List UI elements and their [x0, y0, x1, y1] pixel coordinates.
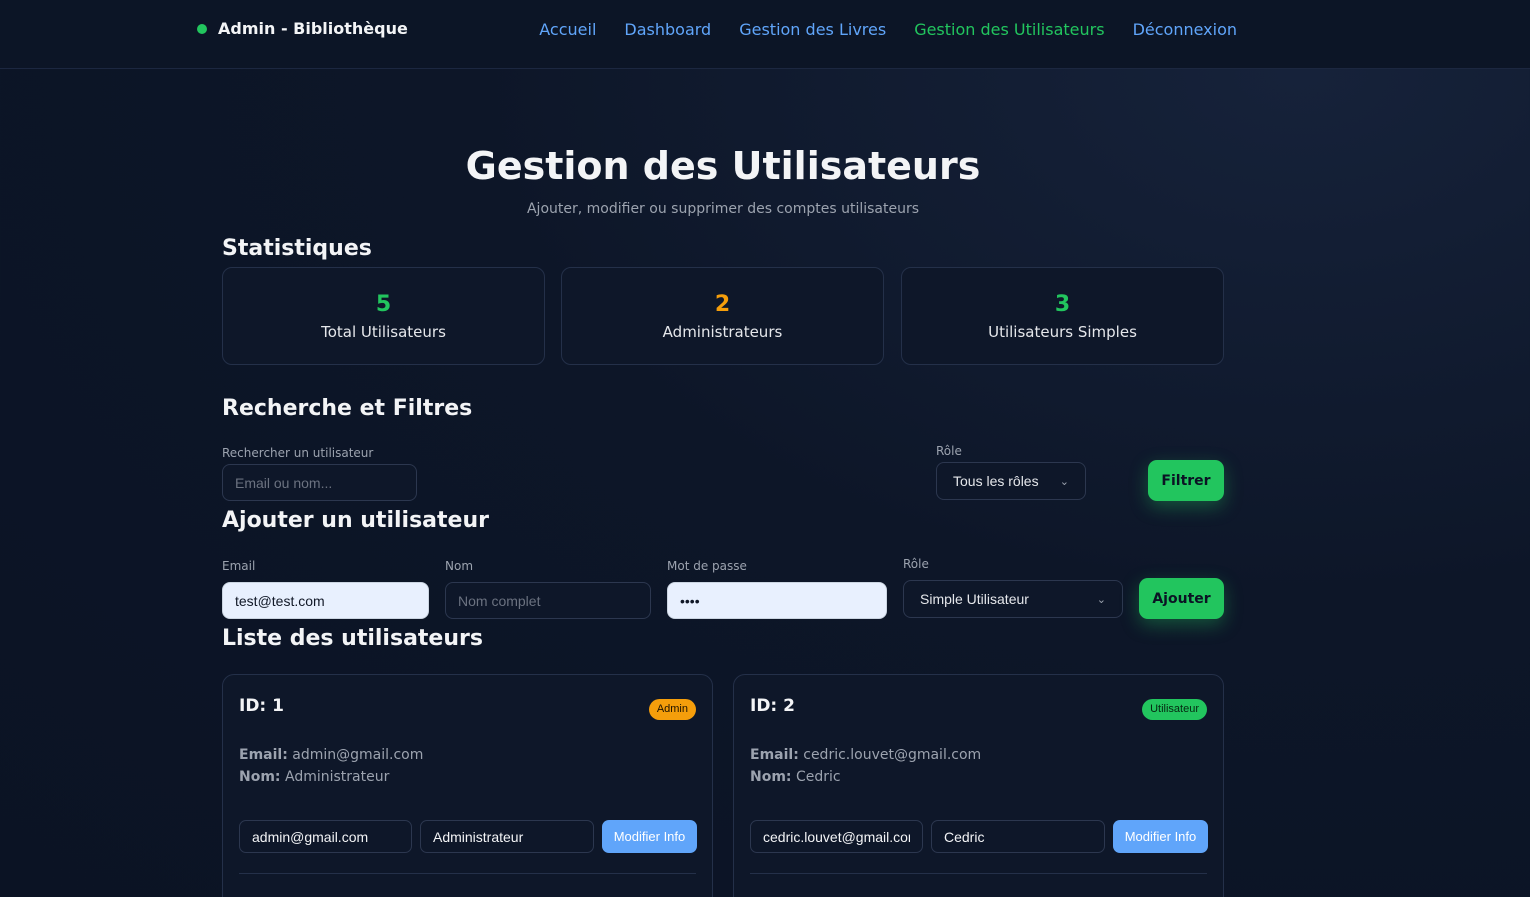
stat-value-total: 5 [375, 292, 392, 317]
add-user-button[interactable]: Ajouter [1139, 578, 1224, 619]
filter-role-label: Rôle [936, 444, 962, 458]
edit-name-input[interactable] [931, 820, 1105, 853]
nav-link-dashboard[interactable]: Dashboard [624, 20, 711, 39]
nav-link-accueil[interactable]: Accueil [539, 20, 596, 39]
user-name-line: Nom: Cedric [750, 769, 841, 785]
stat-card-admins: 2 Administrateurs [561, 267, 884, 365]
email-prefix: Email: [750, 747, 799, 763]
user-name: Cedric [795, 769, 841, 785]
email-prefix: Email: [239, 747, 288, 763]
role-badge: Utilisateur [1142, 699, 1207, 720]
name-label: Nom [445, 559, 474, 573]
user-name: Administrateur [284, 769, 390, 785]
user-email-line: Email: cedric.louvet@gmail.com [750, 747, 981, 763]
nav-link-gestion-utilisateurs[interactable]: Gestion des Utilisateurs [914, 20, 1104, 39]
status-dot-icon [197, 23, 207, 34]
stat-label-simple: Utilisateurs Simples [988, 323, 1137, 341]
user-list-title: Liste des utilisateurs [222, 626, 483, 651]
nav-link-deconnexion[interactable]: Déconnexion [1133, 20, 1237, 39]
edit-email-input[interactable] [239, 820, 412, 853]
add-user-title: Ajouter un utilisateur [222, 508, 489, 533]
stat-card-total: 5 Total Utilisateurs [222, 267, 545, 365]
stat-card-simple: 3 Utilisateurs Simples [901, 267, 1224, 365]
add-role-label: Rôle [903, 557, 929, 571]
name-field[interactable] [445, 582, 651, 619]
role-badge: Admin [648, 699, 696, 720]
user-name-line: Nom: Administrateur [239, 769, 389, 785]
user-id: ID: 2 [750, 696, 795, 716]
user-email-line: Email: admin@gmail.com [239, 747, 423, 763]
stat-value-admins: 2 [714, 292, 731, 317]
password-field[interactable] [667, 582, 887, 619]
user-card: ID: 2 Utilisateur Email: cedric.louvet@g… [733, 674, 1224, 897]
filter-role-select[interactable]: Tous les rôles ⌄ [936, 462, 1086, 500]
chevron-down-icon: ⌄ [1059, 475, 1069, 488]
edit-email-input[interactable] [750, 820, 923, 853]
user-id: ID: 1 [239, 696, 284, 716]
search-title: Recherche et Filtres [222, 396, 473, 421]
modify-info-button[interactable]: Modifier Info [602, 820, 697, 853]
filter-role-value: Tous les rôles [953, 473, 1039, 489]
navbar: Admin - Bibliothèque Accueil Dashboard G… [0, 0, 1530, 69]
name-prefix: Nom: [750, 769, 792, 785]
user-card: ID: 1 Admin Email: admin@gmail.com Nom: … [222, 674, 713, 897]
email-label: Email [222, 559, 256, 573]
filter-button[interactable]: Filtrer [1148, 460, 1224, 501]
page-subtitle: Ajouter, modifier ou supprimer des compt… [526, 201, 920, 217]
search-label: Rechercher un utilisateur [222, 446, 374, 460]
email-field[interactable] [222, 582, 429, 619]
brand[interactable]: Admin - Bibliothèque [197, 19, 408, 38]
add-role-select[interactable]: Simple Utilisateur ⌄ [903, 580, 1123, 618]
stat-label-total: Total Utilisateurs [321, 323, 446, 341]
stat-label-admins: Administrateurs [662, 323, 783, 341]
chevron-down-icon: ⌄ [1096, 593, 1106, 606]
search-input[interactable] [222, 464, 417, 501]
brand-title: Admin - Bibliothèque [218, 19, 408, 38]
stat-value-simple: 3 [1054, 292, 1071, 317]
nav-links: Accueil Dashboard Gestion des Livres Ges… [539, 20, 1237, 39]
add-role-value: Simple Utilisateur [920, 591, 1029, 607]
password-label: Mot de passe [667, 559, 747, 573]
nav-link-gestion-livres[interactable]: Gestion des Livres [739, 20, 886, 39]
stats-title: Statistiques [222, 236, 372, 261]
modify-info-button[interactable]: Modifier Info [1113, 820, 1208, 853]
edit-name-input[interactable] [420, 820, 594, 853]
page-title: Gestion des Utilisateurs [465, 144, 981, 188]
user-email: cedric.louvet@gmail.com [803, 747, 982, 763]
card-divider [750, 873, 1207, 874]
name-prefix: Nom: [239, 769, 281, 785]
user-email: admin@gmail.com [292, 747, 424, 763]
card-divider [239, 873, 696, 874]
